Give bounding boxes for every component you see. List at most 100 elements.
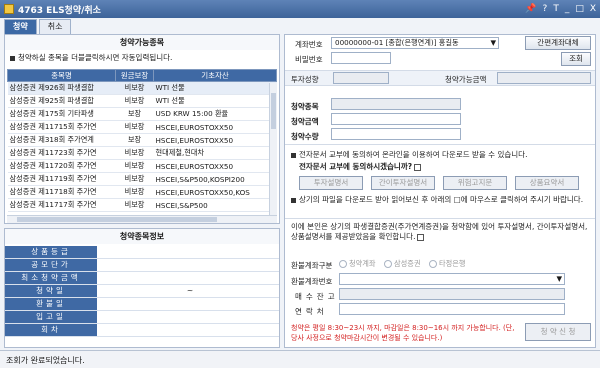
- info-value: [97, 246, 279, 258]
- amount-input[interactable]: [331, 113, 461, 125]
- download-note: 상기의 파일을 다운로드 받아 읽어보신 후 아래의 □에 마우스로 클릭하여 …: [291, 195, 591, 205]
- status-bar: 조회가 완료되었습니다.: [0, 350, 600, 368]
- items-hscroll[interactable]: [7, 215, 277, 223]
- table-row[interactable]: 삼성증권 제318회 주가연계 보장 HSCEI,EUROSTOXX50: [7, 133, 277, 147]
- item-underlying-cell: WTI 선물: [153, 81, 277, 95]
- item-principal-cell: 비보장: [115, 198, 154, 212]
- contact-label: 연락처: [295, 307, 328, 316]
- col-underlying[interactable]: 기초자산: [153, 69, 277, 82]
- tendency-label: 투자성향: [291, 75, 319, 84]
- table-row[interactable]: 삼성증권 제11719회 주가연 비보장 HSCEI,S&P500,KOSPI200: [7, 172, 277, 186]
- available-note: 청약하실 종목을 더블클릭하시면 자동입력됩니다.: [5, 50, 279, 65]
- inquiry-button[interactable]: 조회: [561, 52, 591, 66]
- item-underlying-cell: USD KRW 15:00 환율: [153, 107, 277, 121]
- table-row[interactable]: 삼성증권 제11720회 주가연 비보장 HSCEI,EUROSTOXX50: [7, 159, 277, 173]
- col-name[interactable]: 종목명: [7, 69, 116, 82]
- table-row[interactable]: 삼성증권 제11717회 주가연 비보장 HSCEI,S&P500: [7, 198, 277, 212]
- item-name-cell: 삼성증권 제926회 파생결합: [7, 81, 116, 95]
- item-name-cell: 삼성증권 제11718회 주가연: [7, 185, 116, 199]
- table-row[interactable]: 삼성증권 제926회 파생결합 비보장 WTI 선물: [7, 81, 277, 95]
- tab-cancel[interactable]: 취소: [38, 19, 72, 34]
- item-principal-cell: 비보장: [115, 172, 154, 186]
- refund-type-options: 청약계좌 삼성증권 타정은행: [339, 259, 471, 270]
- info-label: 청약일: [5, 285, 97, 297]
- info-row: 입고일: [5, 311, 279, 324]
- prospectus-button[interactable]: 투자설명서: [299, 176, 363, 190]
- item-underlying-cell: HSCEI,EUROSTOXX50: [153, 159, 277, 173]
- simple-transfer-button[interactable]: 간편계좌대체: [525, 36, 591, 50]
- contact-input[interactable]: [339, 303, 565, 315]
- confirm-checkbox[interactable]: [417, 233, 425, 241]
- table-row[interactable]: 삼성증권 제11715회 주가연 비보장 HSCEI,EUROSTOXX50: [7, 120, 277, 134]
- password-input[interactable]: [331, 52, 391, 64]
- title-bar: 4763 ELS청약/취소 📌 ? T _ □ X: [0, 0, 600, 18]
- app-icon: [4, 4, 14, 14]
- chevron-down-icon: ▼: [556, 274, 562, 283]
- info-row: 최소청약금액: [5, 272, 279, 285]
- info-value: [97, 311, 279, 323]
- maximize-icon[interactable]: □: [575, 4, 584, 14]
- available-amount-value: [497, 72, 591, 84]
- simple-prospectus-button[interactable]: 간이투자설명서: [371, 176, 435, 190]
- order-panel: 계좌번호 00000000-01 [종합(은행연계)] 홍길동 ▼ 간편계좌대체 …: [284, 34, 596, 348]
- account-select[interactable]: 00000000-01 [종합(은행연계)] 홍길동 ▼: [331, 37, 499, 49]
- info-value: [97, 324, 279, 336]
- item-principal-cell: 비보장: [115, 81, 154, 95]
- col-principal[interactable]: 원금보장: [115, 69, 154, 82]
- tab-subscribe[interactable]: 청약: [4, 19, 37, 34]
- divider: [285, 218, 595, 219]
- refund-option-other-bank[interactable]: 타정은행: [429, 259, 465, 269]
- divider: [285, 144, 595, 145]
- item-principal-cell: 비보장: [115, 94, 154, 108]
- pin-icon[interactable]: 📌: [525, 4, 536, 14]
- table-row[interactable]: 삼성증권 제11718회 주가연 비보장 HSCEI,EUROSTOXX50,KOS: [7, 185, 277, 199]
- info-label: 입고일: [5, 311, 97, 323]
- risk-notice-button[interactable]: 위험고지문: [443, 176, 507, 190]
- item-underlying-cell: HSCEI,S&P500,KOSPI200: [153, 172, 277, 186]
- info-label: 최소청약금액: [5, 272, 97, 284]
- close-icon[interactable]: X: [590, 4, 596, 14]
- radio-icon: [339, 260, 347, 268]
- table-row[interactable]: 삼성증권 제925회 파생결합 비보장 WTI 선물: [7, 94, 277, 108]
- info-row: 환불일: [5, 298, 279, 311]
- info-value: [97, 272, 279, 284]
- qty-label: 청약수량: [291, 132, 319, 141]
- bullet-icon: [291, 197, 296, 203]
- items-table-wrap: 종목명 원금보장 기초자산 삼성증권 제926회 파생결합 비보장 WTI 선물 삼성…: [7, 69, 277, 223]
- refund-account-label: 환불계좌번호: [291, 277, 333, 286]
- refund-account-select[interactable]: ▼: [339, 273, 565, 285]
- qty-input[interactable]: [331, 128, 461, 140]
- consent-checkbox[interactable]: [414, 163, 422, 171]
- consent-question: 전자문서 교부에 동의하시겠습니까?: [299, 161, 422, 172]
- info-title: 청약종목정보: [5, 229, 279, 244]
- item-name-cell: 삼성증권 제11719회 주가연: [7, 172, 116, 186]
- item-underlying-cell: HSCEI,EUROSTOXX50: [153, 120, 277, 134]
- table-row[interactable]: 삼성증권 제11723회 주가연 비보장 현대제철,현대차: [7, 146, 277, 160]
- items-table: 종목명 원금보장 기초자산 삼성증권 제926회 파생결합 비보장 WTI 선물 삼성…: [7, 69, 277, 212]
- item-label: 청약종목: [291, 102, 319, 111]
- item-name-cell: 삼성증권 제11720회 주가연: [7, 159, 116, 173]
- info-row: 상품등급: [5, 246, 279, 259]
- available-note-text: 청약하실 종목을 더블클릭하시면 자동입력됩니다.: [18, 53, 173, 62]
- font-icon[interactable]: T: [553, 4, 559, 14]
- tendency-value: [333, 72, 389, 84]
- refund-option-samsung[interactable]: 삼성증권: [384, 259, 420, 269]
- chevron-down-icon: ▼: [490, 38, 496, 47]
- table-row[interactable]: 삼성증권 제175회 기타파생 보장 USD KRW 15:00 환율: [7, 107, 277, 121]
- bullet-icon: [10, 55, 15, 61]
- refund-option-subscription[interactable]: 청약계좌: [339, 259, 375, 269]
- account-label: 계좌번호: [295, 40, 323, 49]
- subscribe-button[interactable]: 청 약 신 청: [525, 323, 591, 341]
- info-label: 환불일: [5, 298, 97, 310]
- minimize-icon[interactable]: _: [565, 4, 570, 14]
- item-name-cell: 삼성증권 제925회 파생결합: [7, 94, 116, 108]
- item-name-cell: 삼성증권 제318회 주가연계: [7, 133, 116, 147]
- info-row: 청약일 ~: [5, 285, 279, 298]
- consent-text-value: 전자문서 교부에 동의하여 온라인을 이용하여 다운로드 받을 수 있습니다.: [299, 150, 528, 159]
- product-summary-button[interactable]: 상품요약서: [515, 176, 579, 190]
- items-vscroll[interactable]: [269, 83, 277, 223]
- available-title: 청약가능종목: [5, 35, 279, 50]
- item-name-cell: 삼성증권 제175회 기타파생: [7, 107, 116, 121]
- item-principal-cell: 보장: [115, 133, 154, 147]
- help-icon[interactable]: ?: [543, 4, 548, 14]
